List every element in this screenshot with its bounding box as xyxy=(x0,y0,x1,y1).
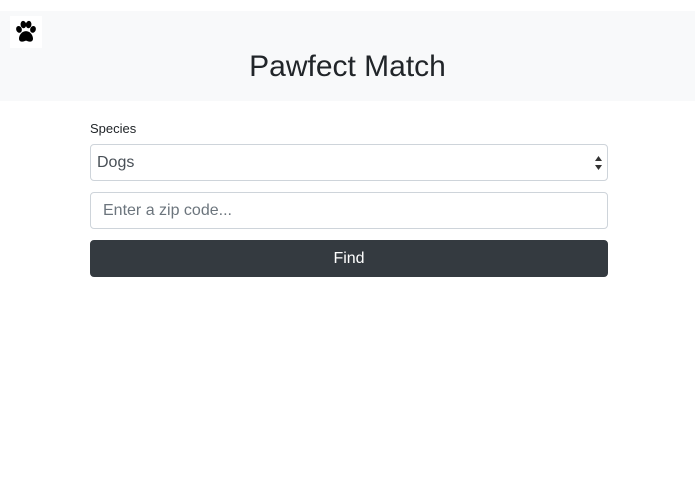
select-arrows-icon xyxy=(594,154,603,172)
species-select[interactable]: Dogs xyxy=(90,144,608,181)
page: Pawfect Match Species Dogs Find xyxy=(0,0,695,494)
page-title: Pawfect Match xyxy=(249,50,446,83)
find-button[interactable]: Find xyxy=(90,240,608,277)
paw-icon[interactable] xyxy=(10,16,42,48)
zip-code-input[interactable] xyxy=(90,192,608,229)
species-select-value: Dogs xyxy=(97,154,135,171)
paw-icon-graphic xyxy=(16,20,36,42)
species-label: Species xyxy=(90,121,137,136)
search-form: Species Dogs Find xyxy=(90,120,608,277)
